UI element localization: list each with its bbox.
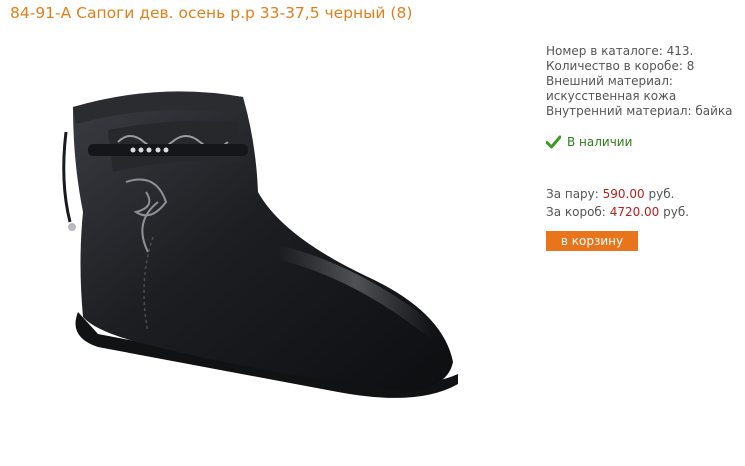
price-block: За пару: 590.00 руб. За короб: 4720.00 р… — [546, 185, 689, 221]
pair-price-row: За пару: 590.00 руб. — [546, 185, 689, 203]
pair-price-currency: руб. — [648, 187, 675, 201]
catalog-number: Номер в каталоге: 413. — [546, 44, 694, 58]
availability-status: В наличии — [546, 135, 632, 149]
outer-material-value: искусственная кожа — [546, 89, 677, 103]
box-price-label: За короб: — [546, 205, 606, 219]
pair-price-value: 590.00 — [602, 187, 645, 201]
product-photo — [62, 91, 458, 398]
outer-material-label: Внешний материал: — [546, 74, 673, 88]
box-price-value: 4720.00 — [609, 205, 660, 219]
inner-material: Внутренний материал: байка — [546, 104, 733, 118]
add-to-cart-button[interactable]: в корзину — [546, 231, 638, 251]
checkmark-icon — [546, 135, 561, 149]
pair-price-label: За пару: — [546, 187, 599, 201]
box-price-row: За короб: 4720.00 руб. — [546, 203, 689, 221]
product-details: Номер в каталоге: 413. Количество в коро… — [546, 44, 733, 119]
product-title: 84-91-А Сапоги дев. осень р.р 33-37,5 че… — [10, 4, 413, 22]
availability-text: В наличии — [567, 135, 633, 149]
box-price-currency: руб. — [663, 205, 690, 219]
box-quantity: Количество в коробе: 8 — [546, 59, 695, 73]
